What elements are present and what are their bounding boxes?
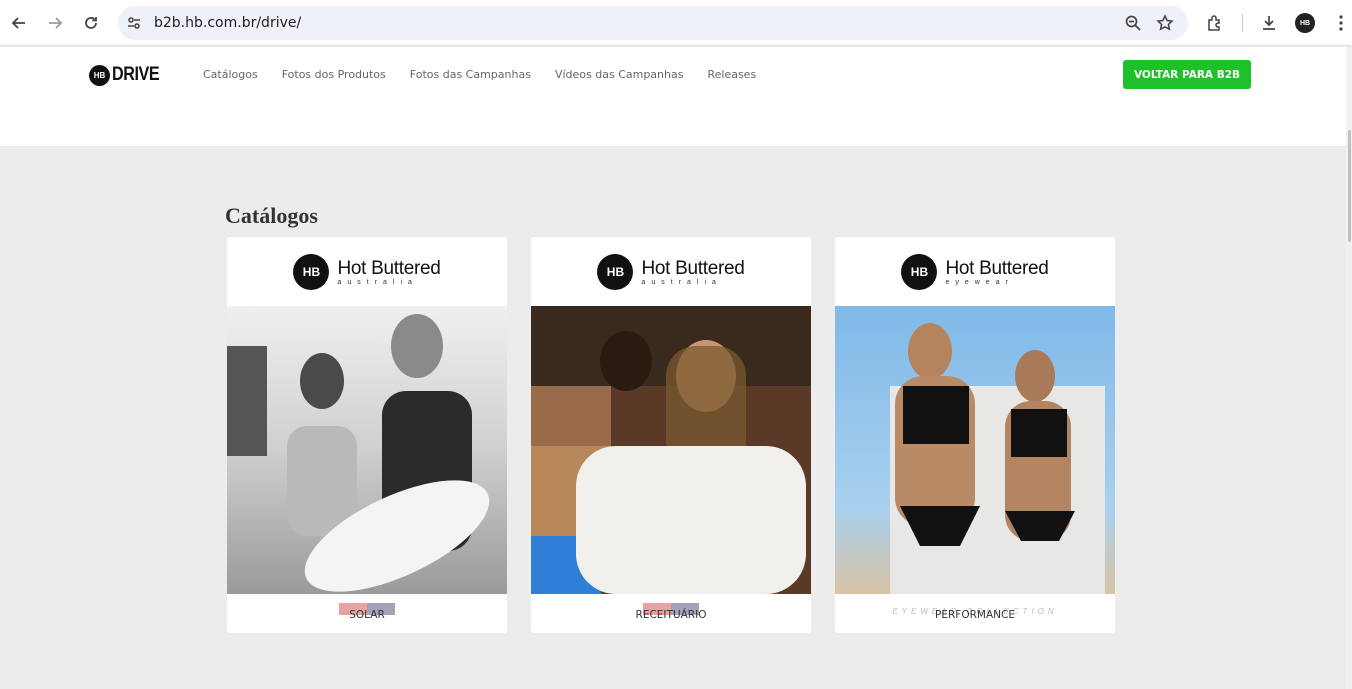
download-icon[interactable] — [1257, 11, 1281, 35]
drive-logo[interactable]: HB DRIVE — [89, 64, 168, 86]
header-spacer — [0, 103, 1346, 146]
reload-icon[interactable] — [79, 11, 103, 35]
section-title: Catálogos — [225, 203, 318, 228]
catalog-card-performance[interactable]: HB Hot Buttered eyewear EYEWEAR COLLECTI… — [835, 237, 1115, 633]
main-nav: Catálogos Fotos dos Produtos Fotos das C… — [203, 68, 756, 81]
nav-releases[interactable]: Releases — [707, 68, 756, 81]
card-brand: HB Hot Buttered australia — [531, 237, 811, 307]
site-settings-icon[interactable] — [126, 15, 142, 36]
extensions-icon[interactable] — [1203, 11, 1227, 35]
hb-logo-icon: HB — [89, 64, 110, 86]
url-text[interactable]: b2b.hb.com.br/drive/ — [154, 15, 301, 31]
brand-name: Hot Buttered — [945, 258, 1049, 279]
catalog-cover-photo[interactable] — [835, 306, 1115, 594]
catalog-card-solar[interactable]: HB Hot Buttered australia SOLAR — [227, 237, 507, 633]
nav-fotos-campanhas[interactable]: Fotos das Campanhas — [410, 68, 531, 81]
logo-text: DRIVE — [112, 64, 160, 85]
hb-logo-icon: HB — [597, 254, 634, 290]
address-bar[interactable]: b2b.hb.com.br/drive/ — [118, 6, 1188, 40]
catalog-caption: PERFORMANCE — [935, 609, 1015, 621]
catalog-caption: SOLAR — [349, 609, 385, 621]
nav-videos-campanhas[interactable]: Vídeos das Campanhas — [555, 68, 684, 81]
profile-avatar-icon[interactable]: HB — [1293, 11, 1317, 35]
brand-sub: australia — [337, 279, 418, 286]
hb-logo-icon: HB — [293, 254, 330, 290]
brand-sub: australia — [641, 279, 722, 286]
brand-sub: eyewear — [945, 279, 1014, 286]
site-header: HB DRIVE Catálogos Fotos dos Produtos Fo… — [0, 47, 1346, 103]
catalog-cover-photo[interactable] — [531, 306, 811, 594]
forward-icon[interactable] — [43, 11, 67, 35]
hb-logo-icon: HB — [901, 254, 938, 290]
catalog-card-receituario[interactable]: HB Hot Buttered australia RECEITUÁRIO — [531, 237, 811, 633]
browser-toolbar: b2b.hb.com.br/drive/ HB — [0, 0, 1352, 46]
zoom-icon[interactable] — [1124, 14, 1142, 37]
nav-catalogos[interactable]: Catálogos — [203, 68, 258, 81]
brand-name: Hot Buttered — [337, 258, 441, 279]
bookmark-star-icon[interactable] — [1156, 14, 1174, 37]
nav-fotos-produtos[interactable]: Fotos dos Produtos — [282, 68, 386, 81]
catalog-cover-photo[interactable] — [227, 306, 507, 594]
card-brand: HB Hot Buttered eyewear — [835, 237, 1115, 307]
back-icon[interactable] — [7, 11, 31, 35]
voltar-b2b-button[interactable]: VOLTAR PARA B2B — [1123, 60, 1251, 89]
toolbar-divider — [1242, 14, 1243, 32]
scrollbar-thumb[interactable] — [1348, 130, 1351, 242]
card-brand: HB Hot Buttered australia — [227, 237, 507, 307]
catalog-caption: RECEITUÁRIO — [635, 609, 707, 621]
menu-dots-icon[interactable] — [1329, 11, 1352, 35]
brand-name: Hot Buttered — [641, 258, 745, 279]
